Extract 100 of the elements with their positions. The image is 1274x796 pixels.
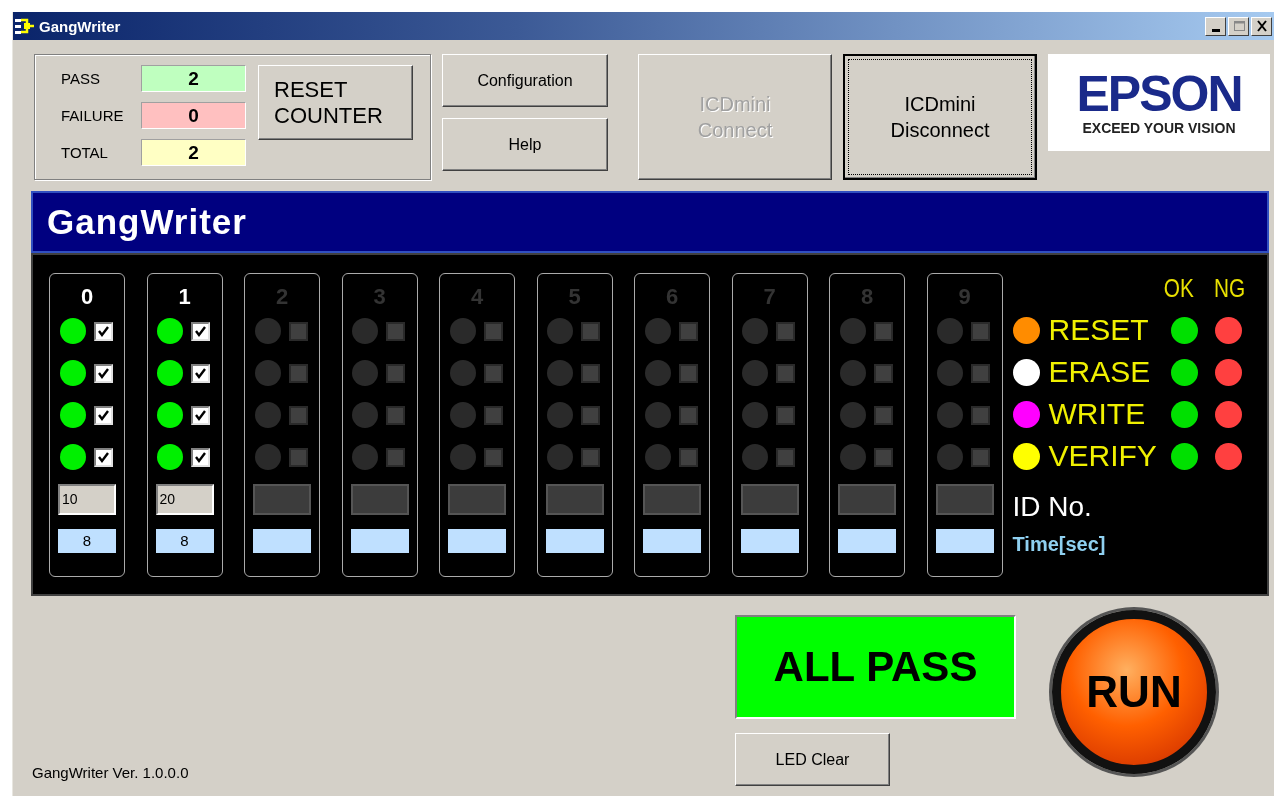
channel-number: 1 xyxy=(178,284,191,310)
time-field: 8 xyxy=(58,529,116,553)
checkbox[interactable] xyxy=(191,321,210,341)
checkbox[interactable] xyxy=(776,321,795,341)
ok-led-icon xyxy=(1170,358,1198,386)
id-field[interactable]: 20 xyxy=(155,484,214,515)
channel-number: 0 xyxy=(80,284,94,310)
checkbox[interactable] xyxy=(678,447,698,467)
checkbox[interactable] xyxy=(678,321,698,341)
checkbox[interactable] xyxy=(581,321,600,341)
checkbox[interactable] xyxy=(581,363,600,383)
time-field xyxy=(448,529,506,553)
column-header: OK xyxy=(1163,273,1194,305)
window-title: GangWriter xyxy=(39,17,121,35)
checkbox[interactable] xyxy=(386,405,405,425)
banner-title: GangWriter xyxy=(47,202,247,242)
column-header: NG xyxy=(1213,273,1245,305)
time-field xyxy=(935,529,994,553)
checkbox[interactable] xyxy=(873,447,893,467)
id-field xyxy=(253,484,311,515)
id-field xyxy=(643,484,701,515)
ok-led-icon xyxy=(1170,316,1198,344)
connect-button[interactable]: ICDmini Disconnect xyxy=(843,54,1037,180)
id-field[interactable]: 10 xyxy=(58,484,116,515)
checkbox[interactable] xyxy=(386,447,405,467)
checkbox[interactable] xyxy=(93,363,113,383)
checkbox[interactable] xyxy=(581,405,600,425)
checkbox[interactable] xyxy=(873,321,893,341)
time-field xyxy=(253,529,311,553)
checkbox[interactable] xyxy=(971,321,990,341)
checkbox[interactable] xyxy=(971,447,990,467)
close-button[interactable] xyxy=(1251,16,1272,36)
checkbox[interactable] xyxy=(191,405,210,425)
legend-label: WRITE xyxy=(1048,397,1147,431)
led-clear-button[interactable]: LED Clear xyxy=(735,733,890,786)
counter-label: PASS xyxy=(61,70,101,87)
checkbox[interactable] xyxy=(971,405,990,425)
check-icon xyxy=(96,324,110,338)
id-field xyxy=(838,484,896,515)
ok-led-icon xyxy=(1170,400,1198,428)
time-field xyxy=(740,529,799,553)
time-field xyxy=(350,529,409,553)
checkbox[interactable] xyxy=(873,363,893,383)
id-field xyxy=(350,484,409,515)
id-label: ID No. xyxy=(1012,491,1093,523)
counter-label: FAILURE xyxy=(61,107,125,124)
checkbox[interactable] xyxy=(288,321,308,341)
time-label: Time[sec] xyxy=(1012,533,1107,556)
maximize-button[interactable] xyxy=(1228,16,1249,36)
time-field xyxy=(545,529,604,553)
id-field xyxy=(448,484,506,515)
time-field xyxy=(838,529,896,553)
checkbox[interactable] xyxy=(581,447,600,467)
check-icon xyxy=(96,408,110,422)
checkbox[interactable] xyxy=(191,363,210,383)
checkbox[interactable] xyxy=(776,447,795,467)
checkbox[interactable] xyxy=(483,405,503,425)
legend-label: ERASE xyxy=(1048,355,1152,389)
run-button[interactable]: RUN xyxy=(1052,610,1216,774)
minimize-button[interactable] xyxy=(1205,16,1226,36)
version-text: GangWriter Ver. 1.0.0.0 xyxy=(32,764,189,781)
checkbox[interactable] xyxy=(93,447,113,467)
check-icon xyxy=(194,450,207,464)
id-field xyxy=(545,484,604,515)
counter-value: 0 xyxy=(141,102,246,129)
checkbox[interactable] xyxy=(191,447,210,467)
checkbox[interactable] xyxy=(386,321,405,341)
brand-name: EPSON xyxy=(1076,69,1242,118)
check-icon xyxy=(194,408,207,422)
menu-button[interactable]: Configuration xyxy=(442,54,608,107)
ng-led-icon xyxy=(1214,442,1242,470)
legend-label: RESET xyxy=(1048,313,1150,347)
reset-counter-button[interactable]: RESET COUNTER xyxy=(258,65,413,140)
checkbox[interactable] xyxy=(288,363,308,383)
checkbox[interactable] xyxy=(386,363,405,383)
checkbox[interactable] xyxy=(678,363,698,383)
checkbox[interactable] xyxy=(873,405,893,425)
counter-value: 2 xyxy=(141,65,246,92)
checkbox[interactable] xyxy=(288,447,308,467)
checkbox[interactable] xyxy=(483,363,503,383)
check-icon xyxy=(96,366,110,380)
app-icon xyxy=(15,17,35,35)
menu-button[interactable]: Help xyxy=(442,118,608,171)
checkbox[interactable] xyxy=(776,405,795,425)
checkbox[interactable] xyxy=(288,405,308,425)
result-display: ALL PASS xyxy=(735,615,1016,719)
checkbox[interactable] xyxy=(93,405,113,425)
time-field: 8 xyxy=(155,529,214,553)
legend-label: VERIFY xyxy=(1048,439,1158,473)
check-icon xyxy=(194,366,207,380)
checkbox[interactable] xyxy=(93,321,113,341)
id-field xyxy=(935,484,994,515)
checkbox[interactable] xyxy=(483,447,503,467)
checkbox[interactable] xyxy=(971,363,990,383)
checkbox[interactable] xyxy=(678,405,698,425)
ng-led-icon xyxy=(1214,400,1242,428)
checkbox[interactable] xyxy=(776,363,795,383)
ng-led-icon xyxy=(1214,358,1242,386)
checkbox[interactable] xyxy=(483,321,503,341)
id-field xyxy=(740,484,799,515)
